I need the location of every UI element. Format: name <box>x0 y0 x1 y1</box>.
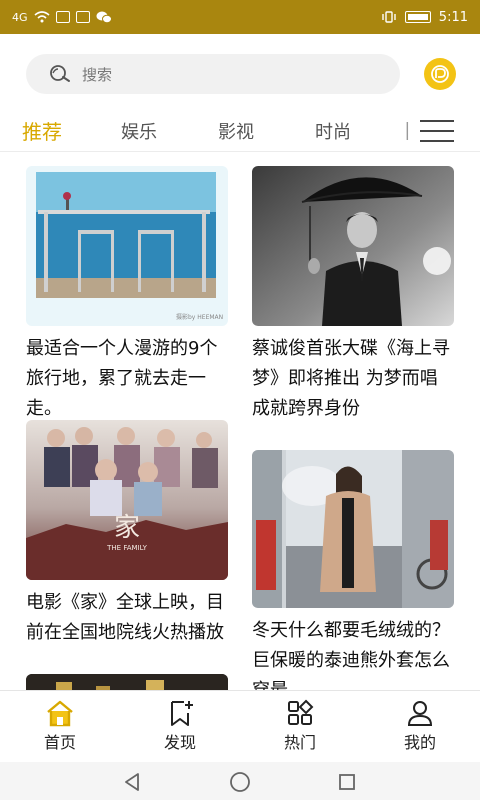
home-icon <box>47 700 73 727</box>
search-input[interactable]: 搜索 <box>26 54 400 94</box>
category-tabs: 推荐 娱乐 影视 时尚 │ <box>0 110 480 152</box>
article-card[interactable]: 蔡诚俊首张大碟《海上寻梦》即将推出 为梦而唱成就跨界身份 <box>252 166 454 424</box>
teddy-coat-image <box>252 450 454 608</box>
seaside-table-image: 摄影by HEEMAN <box>26 166 228 326</box>
nav-discover[interactable]: 发现 <box>140 699 220 753</box>
nav-profile-label: 我的 <box>403 733 436 752</box>
vibrate-icon <box>382 11 396 23</box>
poster-title: 家 <box>114 513 140 543</box>
bookmark-icon <box>171 701 193 726</box>
article-thumbnail <box>26 674 228 690</box>
home-circle-icon[interactable] <box>229 771 251 793</box>
photo-watermark: 摄影by HEEMAN <box>176 313 223 321</box>
tab-overflow-fade: │ <box>402 122 412 140</box>
menu-line <box>420 130 454 132</box>
recent-apps-icon[interactable] <box>337 772 357 792</box>
tab-film[interactable]: 影视 <box>218 118 254 144</box>
article-title[interactable]: 冬天什么都要毛绒绒的？巨保暖的泰迪熊外套怎么穿最 <box>252 616 454 690</box>
dark-thumbnail-image <box>26 674 228 690</box>
article-title[interactable]: 最适合一个人漫游的9个旅行地，累了就去走一走。 <box>26 334 228 424</box>
app-notification-icon <box>55 11 70 23</box>
tab-recommend[interactable]: 推荐 <box>22 116 62 145</box>
nav-hot-label: 热门 <box>283 733 316 752</box>
article-card[interactable] <box>26 674 228 690</box>
app-logo-icon <box>431 65 449 83</box>
article-card[interactable]: 冬天什么都要毛绒绒的？巨保暖的泰迪熊外套怎么穿最 <box>252 450 454 690</box>
wechat-icon <box>96 11 112 23</box>
nav-discover-label: 发现 <box>163 733 196 752</box>
article-feed[interactable]: 摄影by HEEMAN 最适合一个人漫游的9个旅行地，累了就去走一走。 蔡诚俊首… <box>0 160 480 690</box>
family-poster-image: 家 THE FAMILY <box>26 420 228 580</box>
bottom-nav: 首页 发现 热门 我的 <box>0 690 480 762</box>
status-right: 5:11 <box>381 10 468 25</box>
search-placeholder: 搜索 <box>82 65 113 84</box>
battery-icon <box>404 11 431 23</box>
search-icon <box>50 65 70 82</box>
status-left: 4G <box>12 11 112 24</box>
menu-line <box>420 120 454 122</box>
image-notification-icon <box>75 11 90 23</box>
status-bar: 4G 5:11 <box>0 0 480 34</box>
article-title[interactable]: 电影《家》全球上映，目前在全国地院线火热播放 <box>26 588 228 648</box>
nav-home-label: 首页 <box>43 733 76 752</box>
nav-profile[interactable]: 我的 <box>380 699 460 753</box>
the-family-poster: 家 THE FAMILY <box>26 420 228 580</box>
search-row: 搜索 <box>26 52 456 96</box>
seaside-table-photo: 摄影by HEEMAN <box>26 166 228 326</box>
teddy-coat-street-photo <box>252 450 454 608</box>
user-icon <box>407 701 433 726</box>
nav-hot[interactable]: 热门 <box>260 699 340 753</box>
back-icon[interactable] <box>122 772 142 792</box>
tab-fashion[interactable]: 时尚 <box>315 118 351 144</box>
article-card[interactable]: 摄影by HEEMAN 最适合一个人漫游的9个旅行地，累了就去走一走。 <box>26 166 228 424</box>
menu-line <box>420 140 454 142</box>
clock: 5:11 <box>438 9 468 25</box>
tab-entertainment[interactable]: 娱乐 <box>121 118 157 144</box>
system-nav-bar <box>0 762 480 800</box>
article-title[interactable]: 蔡诚俊首张大碟《海上寻梦》即将推出 为梦而唱成就跨界身份 <box>252 334 454 424</box>
man-with-umbrella-photo <box>252 166 454 326</box>
nav-home[interactable]: 首页 <box>20 699 100 753</box>
channel-menu-button[interactable] <box>420 120 454 142</box>
wifi-icon <box>34 11 50 23</box>
article-card[interactable]: 家 THE FAMILY 电影《家》全球上映，目前在全国地院线火热播放 <box>26 420 228 648</box>
umbrella-man-image <box>252 166 454 326</box>
grid-icon <box>288 699 314 725</box>
network-indicator: 4G <box>12 10 28 24</box>
poster-subtitle: THE FAMILY <box>106 544 147 552</box>
app-logo-button[interactable] <box>424 58 456 90</box>
